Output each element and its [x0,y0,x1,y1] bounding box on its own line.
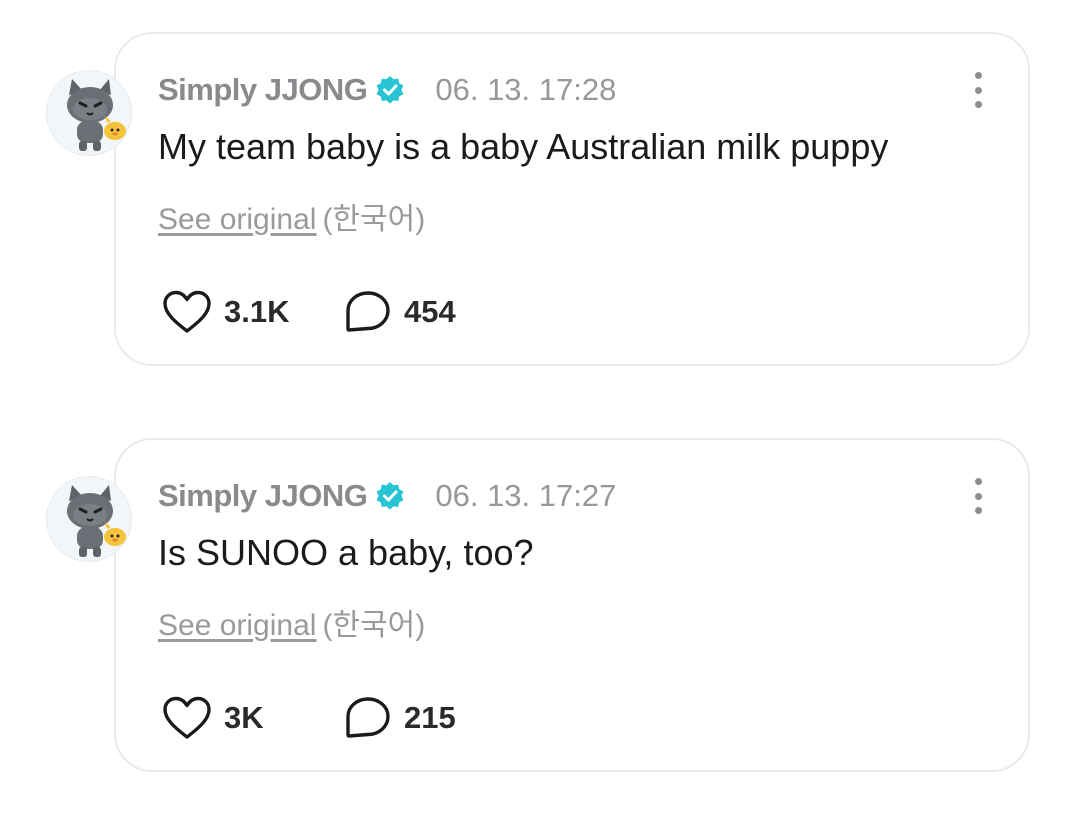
heart-icon [163,696,211,739]
like-button[interactable]: 3K [162,695,344,741]
heart-icon [163,290,211,333]
like-count: 3K [224,700,264,735]
post-header: Simply JJONG 06. 13. 17:27 [158,476,616,516]
see-original-link[interactable]: See original [158,609,316,642]
avatar[interactable] [46,476,132,562]
more-options-button[interactable] [968,476,988,516]
comment-bubble-icon [346,697,390,738]
more-options-button[interactable] [968,70,988,110]
comment-count: 215 [404,700,456,735]
more-vertical-icon [974,478,982,485]
cat-avatar-icon [67,485,126,557]
translation-row: See original (한국어) [158,194,425,238]
comment-bubble-icon [346,291,390,332]
post-card: Simply JJONG 06. 13. 17:27 Is SUNOO a ba… [0,438,1080,778]
post-text: Is SUNOO a baby, too? [158,532,534,573]
comment-count: 454 [404,294,456,329]
post-card: Simply JJONG 06. 13. 17:28 My team baby … [0,32,1080,372]
like-button[interactable]: 3.1K [162,289,344,335]
post-stats: 3.1K 454 [162,288,456,336]
post-header: Simply JJONG 06. 13. 17:28 [158,70,616,110]
cat-avatar-icon [67,79,126,151]
post-timestamp: 06. 13. 17:28 [435,72,617,107]
verified-badge-icon [375,75,405,105]
verified-badge-icon [375,481,405,511]
translation-row: See original (한국어) [158,600,425,644]
more-vertical-icon [974,72,982,79]
author-name[interactable]: Simply JJONG [158,478,368,514]
original-language-label: (한국어) [322,609,426,642]
see-original-link[interactable]: See original [158,203,316,236]
comment-button[interactable]: 215 [344,695,456,741]
comment-button[interactable]: 454 [344,289,456,335]
like-count: 3.1K [224,294,290,329]
author-name[interactable]: Simply JJONG [158,72,368,108]
avatar[interactable] [46,70,132,156]
original-language-label: (한국어) [322,203,426,236]
post-timestamp: 06. 13. 17:27 [435,478,617,513]
post-stats: 3K 215 [162,694,456,742]
post-text: My team baby is a baby Australian milk p… [158,126,889,167]
